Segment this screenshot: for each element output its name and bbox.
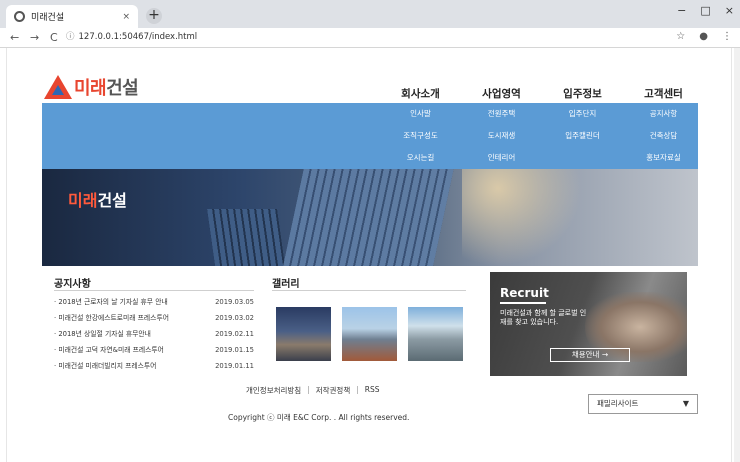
main-nav: 회사소개 사업영역 입주정보 고객센터 (380, 86, 704, 101)
logo-triangle-icon (44, 75, 72, 99)
submenu-item[interactable]: 입주단지 (542, 103, 623, 125)
browser-tab[interactable]: 미래건설 × (6, 5, 138, 28)
browser-toolbar: ← → C ⓘ 127.0.0.1:50467/index.html ☆ ● ⋮ (0, 28, 740, 48)
submenu-item[interactable]: 조직구성도 (380, 125, 461, 147)
privacy-policy-link[interactable]: 개인정보처리방침 (246, 385, 301, 396)
list-item[interactable]: · 미래건설 미래더빌리지 프레스투어 2019.01.11 (54, 358, 254, 374)
menu-icon[interactable]: ⋮ (722, 31, 732, 42)
window-controls: − □ × (677, 4, 734, 17)
rss-link[interactable]: RSS (365, 385, 380, 396)
submenu-residence: 입주단지 입주캘린더 (542, 103, 623, 147)
submenu-item[interactable]: 인사말 (380, 103, 461, 125)
submenu-item[interactable]: 공지사항 (623, 103, 704, 125)
info-icon: ⓘ (66, 32, 75, 42)
submenu-item[interactable]: 건축상담 (623, 125, 704, 147)
submenu-support: 공지사항 건축상담 홍보자료실 (623, 103, 704, 169)
account-icon[interactable]: ● (699, 31, 708, 42)
back-icon[interactable]: ← (10, 31, 19, 44)
browser-tabstrip: 미래건설 × + − □ × (0, 0, 740, 28)
forward-icon[interactable]: → (30, 31, 39, 44)
gallery-title[interactable]: 갤러리 (272, 275, 300, 290)
site-logo[interactable]: 미래건설 (44, 74, 139, 100)
submenu-item[interactable]: 오시는길 (380, 147, 461, 169)
new-tab-button[interactable]: + (146, 8, 162, 24)
notice-title[interactable]: 공지사항 (54, 275, 91, 290)
submenu-company: 인사말 조직구성도 오시는길 (380, 103, 461, 169)
submenu-business: 전원주택 도시재생 인테리어 (461, 103, 542, 169)
recruit-banner[interactable]: Recruit 미래건설과 함께 할 글로벌 인재를 찾고 있습니다. 채용안내… (490, 272, 687, 376)
family-site-select[interactable]: 패밀리사이트 ▼ (588, 394, 698, 414)
list-item[interactable]: · 미래건설 고덕 자연&미래 프레스투어 2019.01.15 (54, 342, 254, 358)
minimize-icon[interactable]: − (677, 4, 686, 17)
recruit-button[interactable]: 채용안내 → (550, 348, 630, 362)
nav-dropdown: 인사말 조직구성도 오시는길 전원주택 도시재생 인테리어 입주단지 입주캘린더… (42, 103, 698, 169)
close-tab-icon[interactable]: × (122, 12, 130, 22)
gallery-thumbnail[interactable] (276, 307, 331, 361)
page-scrollbar[interactable] (734, 48, 740, 462)
globe-icon (14, 11, 25, 22)
hero-banner: 미래건설 (42, 169, 698, 266)
list-item[interactable]: · 미래건설 한강에스트로미래 프레스투어 2019.03.02 (54, 310, 254, 326)
caret-down-icon: ▼ (682, 399, 689, 408)
submenu-item[interactable]: 도시재생 (461, 125, 542, 147)
copyright-policy-link[interactable]: 저작권정책 (316, 385, 351, 396)
close-window-icon[interactable]: × (725, 4, 734, 17)
footer-links: 개인정보처리방침 | 저작권정책 | RSS (246, 385, 380, 396)
hero-title: 미래건설 (68, 191, 127, 210)
tab-title: 미래건설 (31, 13, 65, 23)
reload-icon[interactable]: C (50, 31, 58, 44)
list-item[interactable]: · 2018년 근로자의 날 기자실 휴무 안내 2019.03.05 (54, 294, 254, 310)
submenu-item[interactable]: 입주캘린더 (542, 125, 623, 147)
nav-item-support[interactable]: 고객센터 (623, 86, 704, 101)
recruit-description: 미래건설과 함께 할 글로벌 인재를 찾고 있습니다. (500, 309, 587, 326)
gallery-thumbnail[interactable] (342, 307, 397, 361)
gallery-thumbnail[interactable] (408, 307, 463, 361)
bookmark-star-icon[interactable]: ☆ (676, 31, 685, 42)
url-text: 127.0.0.1:50467/index.html (78, 32, 198, 42)
recruit-title: Recruit (500, 286, 549, 300)
submenu-item[interactable]: 인테리어 (461, 147, 542, 169)
copyright-text: Copyright ⓒ 미래 E&C Corp. . All rights re… (228, 413, 410, 422)
address-bar[interactable]: ⓘ 127.0.0.1:50467/index.html (66, 30, 666, 45)
notice-list: · 2018년 근로자의 날 기자실 휴무 안내 2019.03.05 · 미래건… (54, 294, 254, 374)
nav-item-business[interactable]: 사업영역 (461, 86, 542, 101)
nav-item-company[interactable]: 회사소개 (380, 86, 461, 101)
submenu-item[interactable]: 홍보자료실 (623, 147, 704, 169)
page-content: 미래건설 회사소개 사업영역 입주정보 고객센터 인사말 조직구성도 오시는길 … (0, 48, 740, 462)
submenu-item[interactable]: 전원주택 (461, 103, 542, 125)
list-item[interactable]: · 2018년 상일절 기자실 휴무안내 2019.02.11 (54, 326, 254, 342)
nav-item-residence[interactable]: 입주정보 (542, 86, 623, 101)
maximize-icon[interactable]: □ (700, 4, 710, 17)
